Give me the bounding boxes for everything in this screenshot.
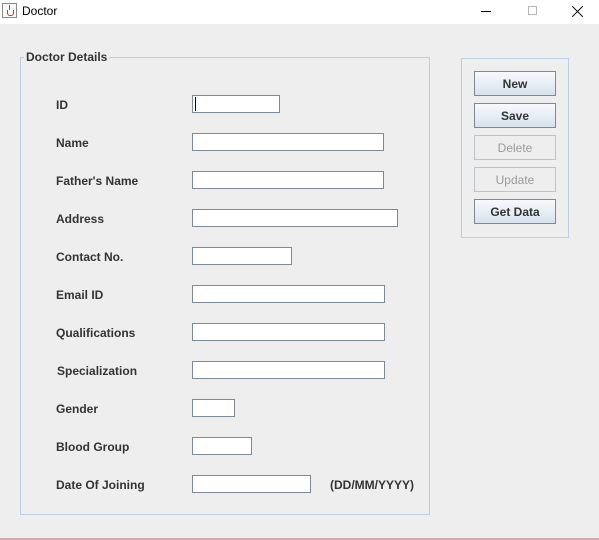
save-button[interactable]: Save bbox=[474, 103, 556, 128]
maximize-icon bbox=[528, 6, 537, 15]
qualifications-label: Qualifications bbox=[56, 326, 136, 340]
id-label: ID bbox=[56, 98, 68, 112]
date-format-hint: (DD/MM/YYYY) bbox=[330, 478, 414, 492]
qualifications-field[interactable] bbox=[192, 323, 385, 341]
email-id-field[interactable] bbox=[192, 285, 385, 303]
contact-no-label: Contact No. bbox=[56, 250, 124, 264]
id-field[interactable] bbox=[192, 95, 280, 113]
close-icon bbox=[571, 5, 584, 18]
minimize-button[interactable] bbox=[464, 0, 510, 24]
new-button[interactable]: New bbox=[474, 71, 556, 96]
date-of-joining-label: Date Of Joining bbox=[56, 478, 145, 492]
text-caret bbox=[195, 97, 196, 111]
blood-group-field[interactable] bbox=[192, 437, 252, 455]
gender-label: Gender bbox=[56, 402, 99, 416]
fathers-name-label: Father's Name bbox=[56, 174, 139, 188]
window-title: Doctor bbox=[22, 4, 58, 18]
name-label: Name bbox=[56, 136, 89, 150]
minimize-icon bbox=[481, 11, 491, 12]
specialization-field[interactable] bbox=[192, 361, 385, 379]
gender-field[interactable] bbox=[192, 399, 235, 417]
blood-group-label: Blood Group bbox=[56, 440, 130, 454]
maximize-button[interactable] bbox=[510, 0, 556, 24]
update-button: Update bbox=[474, 167, 556, 192]
java-app-icon bbox=[2, 3, 17, 18]
delete-button: Delete bbox=[474, 135, 556, 160]
get-data-button[interactable]: Get Data bbox=[474, 199, 556, 224]
title-bar[interactable]: Doctor bbox=[0, 0, 599, 24]
address-label: Address bbox=[56, 212, 105, 226]
address-field[interactable] bbox=[192, 209, 398, 227]
contact-no-field[interactable] bbox=[192, 247, 292, 265]
name-field[interactable] bbox=[192, 133, 384, 151]
date-of-joining-field[interactable] bbox=[192, 475, 311, 493]
specialization-label: Specialization bbox=[57, 364, 138, 378]
close-button[interactable] bbox=[555, 0, 599, 24]
doctor-details-title: Doctor Details bbox=[24, 50, 110, 64]
email-id-label: Email ID bbox=[56, 288, 104, 302]
fathers-name-field[interactable] bbox=[192, 171, 384, 189]
